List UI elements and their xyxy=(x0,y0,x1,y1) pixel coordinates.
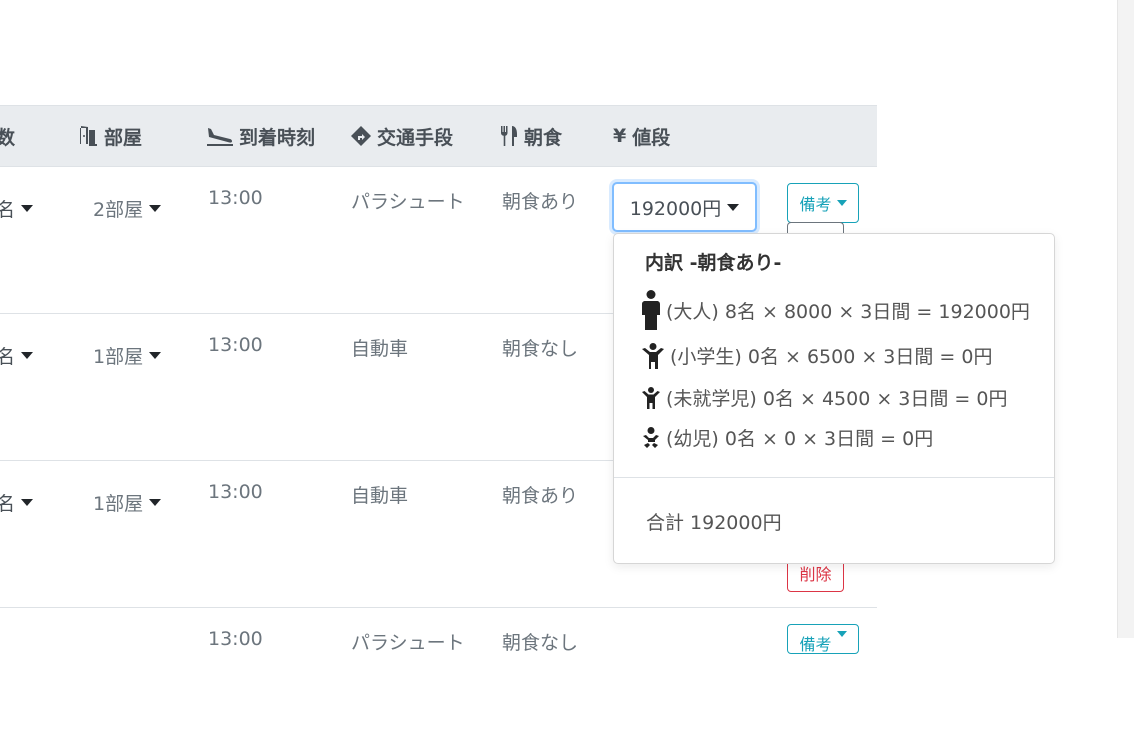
rooms-dropdown[interactable]: 1部屋 xyxy=(93,342,162,369)
note-label: 備考 xyxy=(799,635,832,654)
breakdown-text: (小学生) 0名 × 6500 × 3日間 = 0円 xyxy=(670,346,993,368)
arrival-time: 13:00 xyxy=(208,334,263,356)
caret-down-icon xyxy=(149,205,162,212)
transport-value: パラシュート xyxy=(351,632,465,654)
table-header: 数 部屋 到着時刻 交通手段 朝食 ¥ 値段 xyxy=(0,105,877,167)
yen-icon: ¥ xyxy=(613,125,627,147)
header-price-label: 値段 xyxy=(632,126,671,149)
guests-dropdown[interactable]: 名 xyxy=(0,195,34,222)
header-rooms: 部屋 xyxy=(76,106,142,166)
rooms-value: 2部屋 xyxy=(93,199,144,221)
breakfast-value: 朝食なし xyxy=(502,338,579,360)
header-transport-label: 交通手段 xyxy=(377,126,454,149)
popover-total: 合計 192000円 xyxy=(646,512,782,534)
breakfast-value: 朝食なし xyxy=(502,632,579,654)
caret-down-icon xyxy=(727,203,740,211)
guests-dropdown[interactable]: 名 xyxy=(0,342,34,369)
caret-down-icon xyxy=(149,352,162,359)
note-button[interactable]: 備考 xyxy=(787,624,859,654)
delete-label: 削除 xyxy=(799,564,832,584)
breakdown-text: (幼児) 0名 × 0 × 3日間 = 0円 xyxy=(666,428,934,450)
rooms-dropdown[interactable]: 2部屋 xyxy=(93,195,162,222)
arrival-time: 13:00 xyxy=(208,187,263,209)
breakdown-text: (大人) 8名 × 8000 × 3日間 = 192000円 xyxy=(666,300,1030,323)
directions-icon xyxy=(351,126,371,146)
note-label: 備考 xyxy=(799,195,832,214)
breakdown-line-adult: (大人) 8名 × 8000 × 3日間 = 192000円 xyxy=(642,290,1030,330)
price-value: 192000円 xyxy=(629,197,722,220)
breakdown-text: (未就学児) 0名 × 4500 × 3日間 = 0円 xyxy=(666,388,1008,410)
price-breakdown-popover: 内訳 -朝食あり- (大人) 8名 × 8000 × 3日間 = 192000円… xyxy=(613,233,1055,564)
price-dropdown-button[interactable]: 192000円 xyxy=(612,182,757,232)
breakdown-line-infant: (幼児) 0名 × 0 × 3日間 = 0円 xyxy=(642,424,933,451)
popover-title: 内訳 -朝食あり- xyxy=(645,252,782,274)
guests-value: 名 xyxy=(0,199,16,221)
header-guests: 数 xyxy=(0,106,15,166)
breakfast-value: 朝食あり xyxy=(502,485,579,507)
caret-down-icon xyxy=(836,200,847,206)
table-row: 13:00 パラシュート 朝食なし xyxy=(0,608,877,755)
arrival-time: 13:00 xyxy=(208,481,263,503)
baby-icon xyxy=(643,426,659,448)
utensils-icon xyxy=(501,126,517,146)
header-arrival-label: 到着時刻 xyxy=(239,126,316,149)
door-open-icon xyxy=(77,126,97,146)
note-button[interactable]: 備考 xyxy=(787,183,859,223)
guests-dropdown[interactable]: 名 xyxy=(0,489,34,516)
header-arrival: 到着時刻 xyxy=(207,106,315,166)
caret-down-icon xyxy=(836,631,847,637)
breakdown-line-preschool: (未就学児) 0名 × 4500 × 3日間 = 0円 xyxy=(642,384,1007,411)
rooms-dropdown[interactable]: 1部屋 xyxy=(93,489,162,516)
header-price: ¥ 値段 xyxy=(613,106,670,166)
transport-value: パラシュート xyxy=(351,191,465,213)
header-guests-label: 数 xyxy=(0,126,16,149)
rooms-value: 1部屋 xyxy=(93,346,144,368)
guests-value: 名 xyxy=(0,493,16,515)
caret-down-icon xyxy=(21,499,34,506)
popover-divider xyxy=(614,477,1054,478)
adult-person-icon xyxy=(642,290,660,330)
breakdown-line-elementary: (小学生) 0名 × 6500 × 3日間 = 0円 xyxy=(642,342,992,369)
header-transport: 交通手段 xyxy=(351,106,453,166)
vertical-scrollbar[interactable] xyxy=(1117,0,1134,638)
caret-down-icon xyxy=(21,352,34,359)
breakfast-value: 朝食あり xyxy=(502,191,579,213)
transport-value: 自動車 xyxy=(351,338,409,360)
header-breakfast-label: 朝食 xyxy=(524,126,563,149)
arrival-time: 13:00 xyxy=(208,628,263,650)
guests-value: 名 xyxy=(0,346,16,368)
rooms-value: 1部屋 xyxy=(93,493,144,515)
header-breakfast: 朝食 xyxy=(501,106,562,166)
transport-value: 自動車 xyxy=(351,485,409,507)
child-icon xyxy=(642,342,664,369)
caret-down-icon xyxy=(149,499,162,506)
small-child-icon xyxy=(642,386,660,409)
plane-landing-icon xyxy=(207,128,233,146)
caret-down-icon xyxy=(21,205,34,212)
header-rooms-label: 部屋 xyxy=(104,126,143,149)
